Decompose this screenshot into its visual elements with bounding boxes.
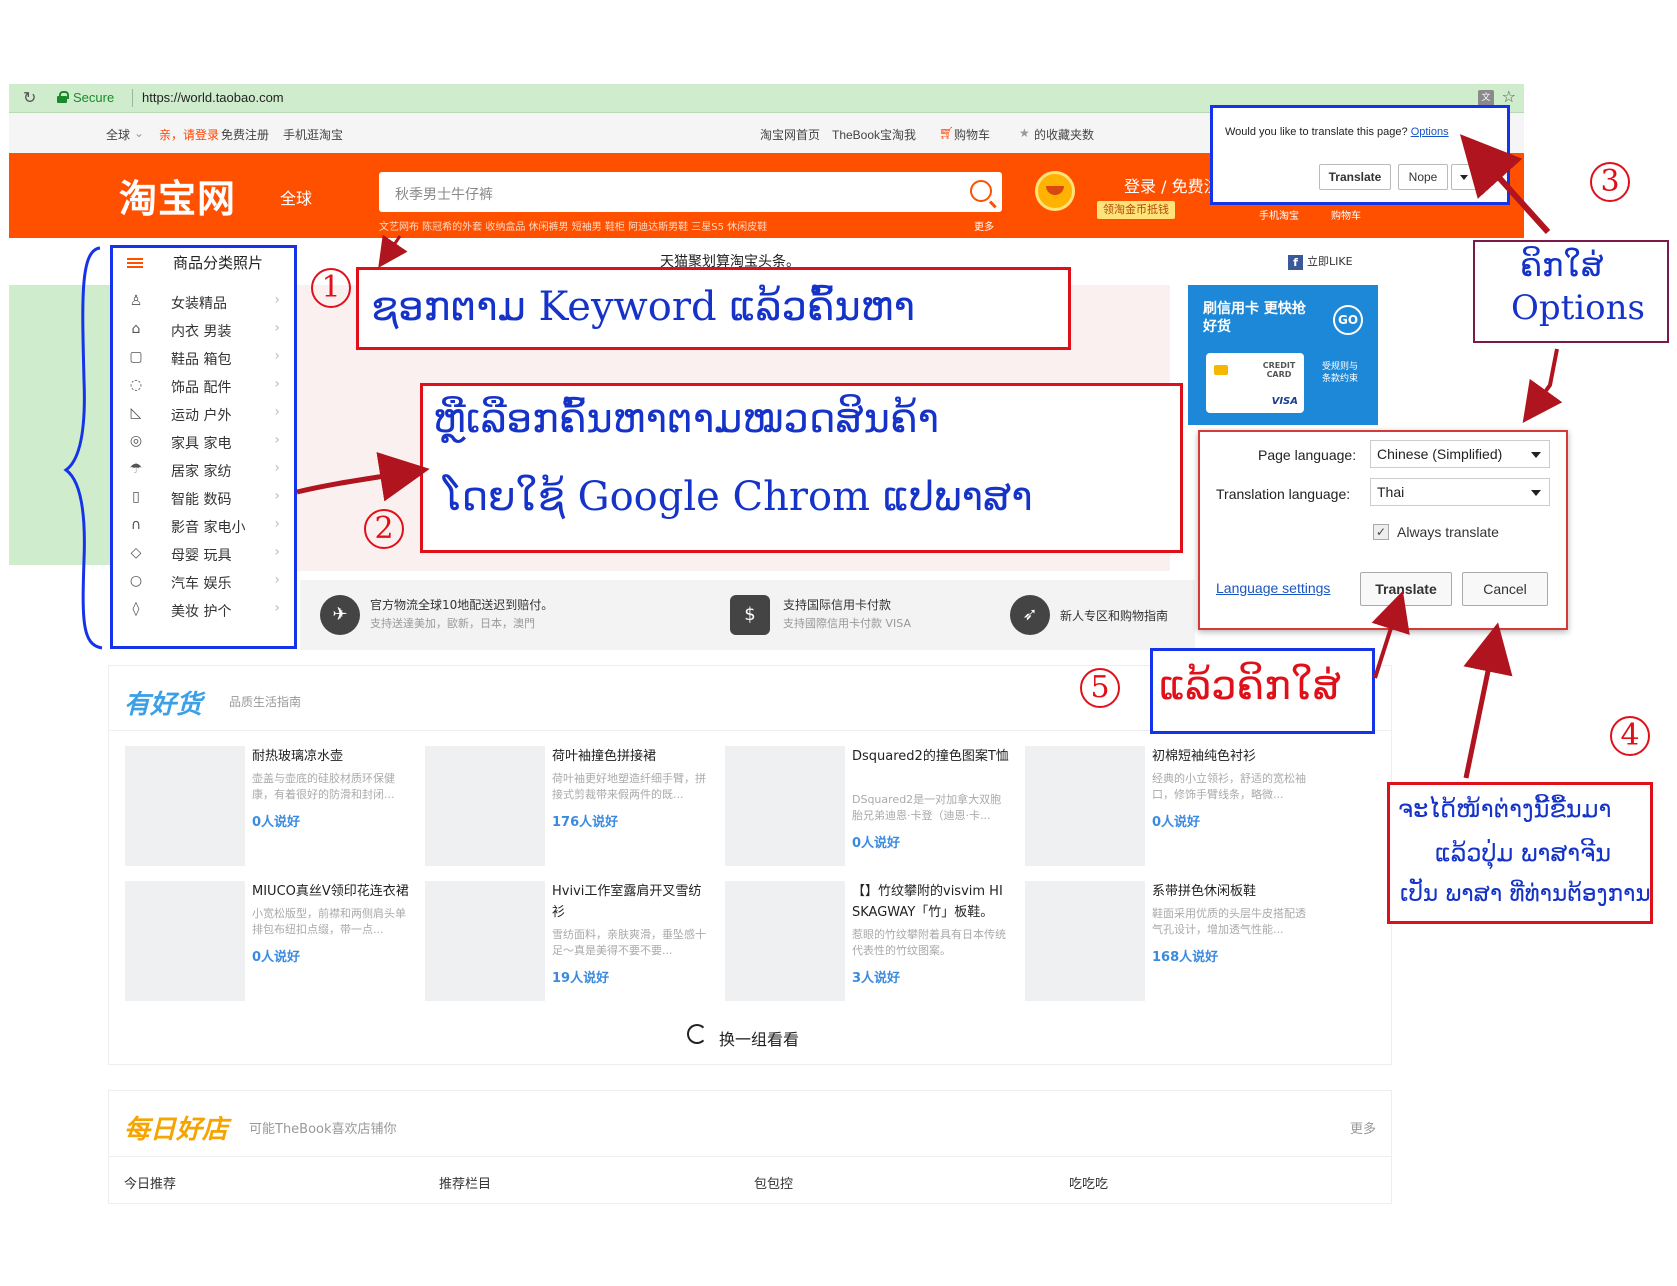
arrow-3b: [1522, 348, 1563, 423]
arrow-3: [1459, 134, 1551, 235]
arrow-4: [1463, 622, 1513, 779]
left-brace: [63, 246, 103, 650]
arrow-2: [296, 452, 430, 502]
screenshot-stage: ↻ Secure https://world.taobao.com 文 ☆ 全球…: [0, 0, 1677, 1286]
annotation-arrows: [63, 134, 1563, 779]
arrow-1: [378, 234, 408, 268]
arrow-5: [1371, 590, 1410, 679]
